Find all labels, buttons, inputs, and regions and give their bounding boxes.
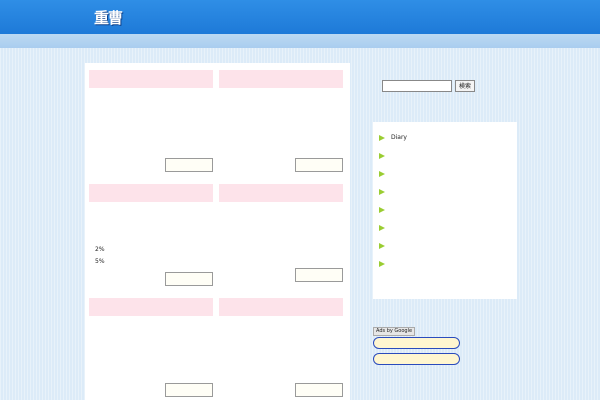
categories-heading [373,108,517,122]
more-button[interactable] [295,383,343,397]
more-button[interactable] [295,268,343,282]
nav-link-2[interactable] [232,17,254,25]
category-item[interactable] [379,147,517,165]
triangle-bullet-icon [379,261,385,267]
more-button[interactable] [295,158,343,172]
card-list [89,94,213,154]
card-list: 2% 5% [89,208,213,268]
category-item[interactable] [379,183,517,201]
list-item[interactable] [95,232,213,244]
site-logo[interactable]: 重曹 [94,7,174,29]
card-title[interactable] [219,298,343,316]
list-item[interactable] [225,232,343,244]
card-list [89,322,213,334]
triangle-bullet-icon [379,135,385,141]
list-item[interactable]: 5% [95,256,213,268]
card-list [219,322,343,346]
list-item[interactable] [95,142,213,154]
card-title[interactable] [89,184,213,202]
list-item[interactable] [225,118,343,130]
article-card [219,70,343,175]
list-item[interactable] [225,220,343,232]
list-item[interactable] [225,130,343,142]
nav-link-3[interactable] [262,17,284,25]
article-card [89,298,213,398]
article-card [89,70,213,175]
more-button[interactable] [165,158,213,172]
sidebar-search-section [373,61,517,75]
triangle-bullet-icon [379,171,385,177]
list-item[interactable] [225,334,343,346]
card-title[interactable] [219,70,343,88]
triangle-bullet-icon [379,189,385,195]
triangle-bullet-icon [379,207,385,213]
category-item[interactable] [379,201,517,219]
list-item[interactable] [95,220,213,232]
category-item[interactable] [379,255,517,273]
sidebar-link-button-2[interactable] [373,353,460,365]
category-item[interactable]: Diary [379,129,517,147]
list-item[interactable] [95,208,213,220]
nav-link-1[interactable] [202,17,224,25]
article-card [219,298,343,398]
more-button[interactable] [165,272,213,286]
links-heading [373,312,517,326]
category-item[interactable] [379,165,517,183]
sidebar-categories-section [373,108,517,122]
search-heading [373,61,517,75]
category-item[interactable] [379,237,517,255]
card-list [219,208,343,244]
triangle-bullet-icon [379,153,385,159]
triangle-bullet-icon [379,243,385,249]
card-title[interactable] [219,184,343,202]
list-item[interactable] [95,118,213,130]
tagline-bar [0,34,600,48]
list-item[interactable] [225,106,343,118]
list-item[interactable] [225,94,343,106]
list-item[interactable] [95,106,213,118]
card-list [219,94,343,154]
top-nav [202,17,284,25]
search-input[interactable] [382,80,452,92]
article-card: 2% 5% [89,184,213,289]
list-item[interactable] [95,130,213,142]
sidebar-links-section [373,312,517,326]
list-item[interactable] [225,322,343,334]
list-item[interactable] [225,142,343,154]
triangle-bullet-icon [379,225,385,231]
sidebar-link-button-1[interactable] [373,337,460,349]
list-item[interactable] [95,322,213,334]
site-header: 重曹 [0,0,600,34]
category-label: Diary [391,134,407,141]
logo-text-left: 重曹 [94,9,123,27]
category-item[interactable] [379,219,517,237]
search-button[interactable]: 検索 [455,80,475,92]
card-title[interactable] [89,70,213,88]
list-item[interactable] [225,208,343,220]
article-card [219,184,343,289]
category-list: Diary [373,122,517,299]
ads-by-google-label[interactable]: Ads by Google [373,327,416,336]
card-title[interactable] [89,298,213,316]
tagline-text [246,37,346,44]
list-item[interactable]: 2% [95,244,213,256]
main-content: 2% 5% [85,63,350,400]
more-button[interactable] [165,383,213,397]
list-item[interactable] [95,94,213,106]
